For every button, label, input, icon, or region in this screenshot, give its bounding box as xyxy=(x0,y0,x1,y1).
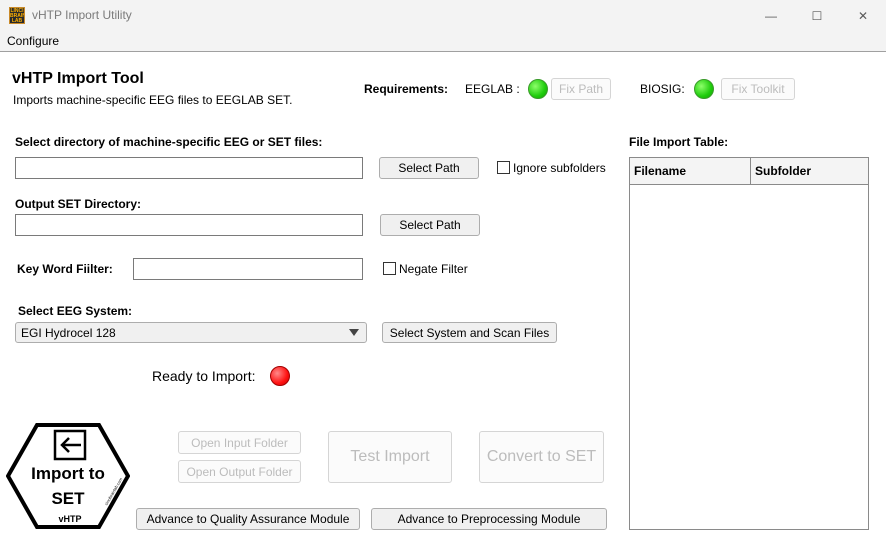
eeglab-label: EEGLAB : xyxy=(465,82,520,96)
logo-line1: Import to xyxy=(31,464,105,483)
keyword-filter-label: Key Word Fiilter: xyxy=(17,262,113,276)
scan-files-button[interactable]: Select System and Scan Files xyxy=(382,322,557,343)
menu-configure[interactable]: Configure xyxy=(7,34,59,48)
eeglab-status-indicator xyxy=(528,79,548,99)
eeg-system-dropdown[interactable]: EGI Hydrocel 128 xyxy=(15,322,367,343)
menu-bar xyxy=(0,32,886,52)
ignore-subfolders-checkbox[interactable] xyxy=(497,161,510,174)
app-logo-icon: LINCI BRAIN LAB xyxy=(9,7,25,24)
input-dir-label: Select directory of machine-specific EEG… xyxy=(15,135,323,149)
input-select-path-button[interactable]: Select Path xyxy=(379,157,479,179)
open-output-folder-button[interactable]: Open Output Folder xyxy=(178,460,301,483)
keyword-filter-field[interactable] xyxy=(133,258,363,280)
minimize-button[interactable]: — xyxy=(748,0,794,32)
input-dir-field[interactable] xyxy=(15,157,363,179)
tool-title: vHTP Import Tool xyxy=(12,70,144,87)
output-select-path-button[interactable]: Select Path xyxy=(380,214,480,236)
output-dir-label: Output SET Directory: xyxy=(15,197,142,211)
ready-to-import-label: Ready to Import: xyxy=(152,368,256,384)
ready-status-indicator xyxy=(270,366,290,386)
negate-filter-checkbox[interactable] xyxy=(383,262,396,275)
requirements-label: Requirements: xyxy=(364,82,449,96)
logo-footer: vHTP xyxy=(58,514,82,524)
biosig-fix-toolkit-button[interactable]: Fix Toolkit xyxy=(721,78,795,100)
advance-preprocessing-button[interactable]: Advance to Preprocessing Module xyxy=(371,508,607,530)
eeglab-fix-path-button[interactable]: Fix Path xyxy=(551,78,611,100)
minimize-icon: — xyxy=(765,9,777,23)
ignore-subfolders-label: Ignore subfolders xyxy=(513,161,606,175)
test-import-button[interactable]: Test Import xyxy=(328,431,452,483)
close-icon: ✕ xyxy=(857,9,869,23)
tool-subtitle: Imports machine-specific EEG files to EE… xyxy=(13,93,293,107)
file-table-label: File Import Table: xyxy=(629,135,729,149)
close-button[interactable]: ✕ xyxy=(840,0,886,32)
dropdown-arrow-icon xyxy=(349,329,359,336)
window-title: vHTP Import Utility xyxy=(32,8,132,22)
column-header-subfolder[interactable]: Subfolder xyxy=(751,158,868,185)
biosig-status-indicator xyxy=(694,79,714,99)
negate-filter-label: Negate Filter xyxy=(399,262,468,276)
file-import-table[interactable]: Filename Subfolder xyxy=(629,157,869,530)
convert-to-set-button[interactable]: Convert to SET xyxy=(479,431,604,483)
output-dir-field[interactable] xyxy=(15,214,363,236)
open-input-folder-button[interactable]: Open Input Folder xyxy=(178,431,301,454)
eeg-system-label: Select EEG System: xyxy=(18,304,133,318)
biosig-label: BIOSIG: xyxy=(640,82,685,96)
advance-qa-button[interactable]: Advance to Quality Assurance Module xyxy=(136,508,360,530)
import-to-set-logo: Import to SET vHTP cincibrainlab.com xyxy=(5,423,131,529)
column-header-filename[interactable]: Filename xyxy=(630,158,751,185)
maximize-icon: ☐ xyxy=(811,9,823,23)
eeg-system-selected: EGI Hydrocel 128 xyxy=(21,325,116,340)
maximize-button[interactable]: ☐ xyxy=(794,0,840,32)
